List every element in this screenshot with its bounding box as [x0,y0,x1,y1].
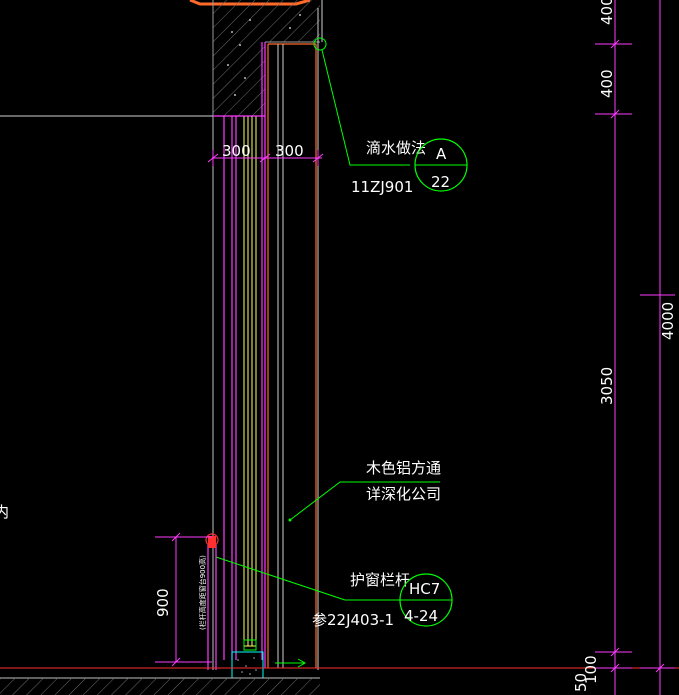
drip-circle-bottom: 22 [431,173,450,191]
dim-50: 50 [572,673,590,692]
cad-drawing: 300 300 滴水做法 11ZJ901 A 22 木色铝方通 详深化公司 护窗… [0,0,679,695]
sill-arrow [275,658,307,668]
aluminum-line2: 详深化公司 [366,485,441,503]
dim-300-right: 300 [275,142,304,160]
drip-circle-top: A [436,145,447,163]
aluminum-dot [288,518,292,522]
railing-circle-bottom: 4-24 [404,607,438,625]
dim-4000: 4000 [659,302,677,340]
dimension-right-inner [595,0,632,695]
aluminum-tube [267,43,317,668]
railing-circle-top: HC7 [409,580,440,598]
railing-label: 护窗栏杆 [350,571,410,589]
window-profile [213,42,266,668]
wall-upper [212,0,320,117]
dimension-right-outer [640,0,675,695]
edge-text: 内 [0,503,9,521]
dim-300-left: 300 [222,142,251,160]
rail-note: (栏杆高度距窗台900高) [198,555,207,630]
dim-3050: 3050 [598,367,616,405]
railing-post [207,536,217,670]
railing-leader-a [215,556,346,601]
dim-900: 900 [154,588,172,617]
drip-ref: 11ZJ901 [351,178,413,196]
dim-400-top: 400 [598,0,616,25]
railing-ref: 参22J403-1 [312,611,394,629]
aluminum-line1: 木色铝方通 [366,459,441,477]
dim-400: 400 [598,69,616,98]
